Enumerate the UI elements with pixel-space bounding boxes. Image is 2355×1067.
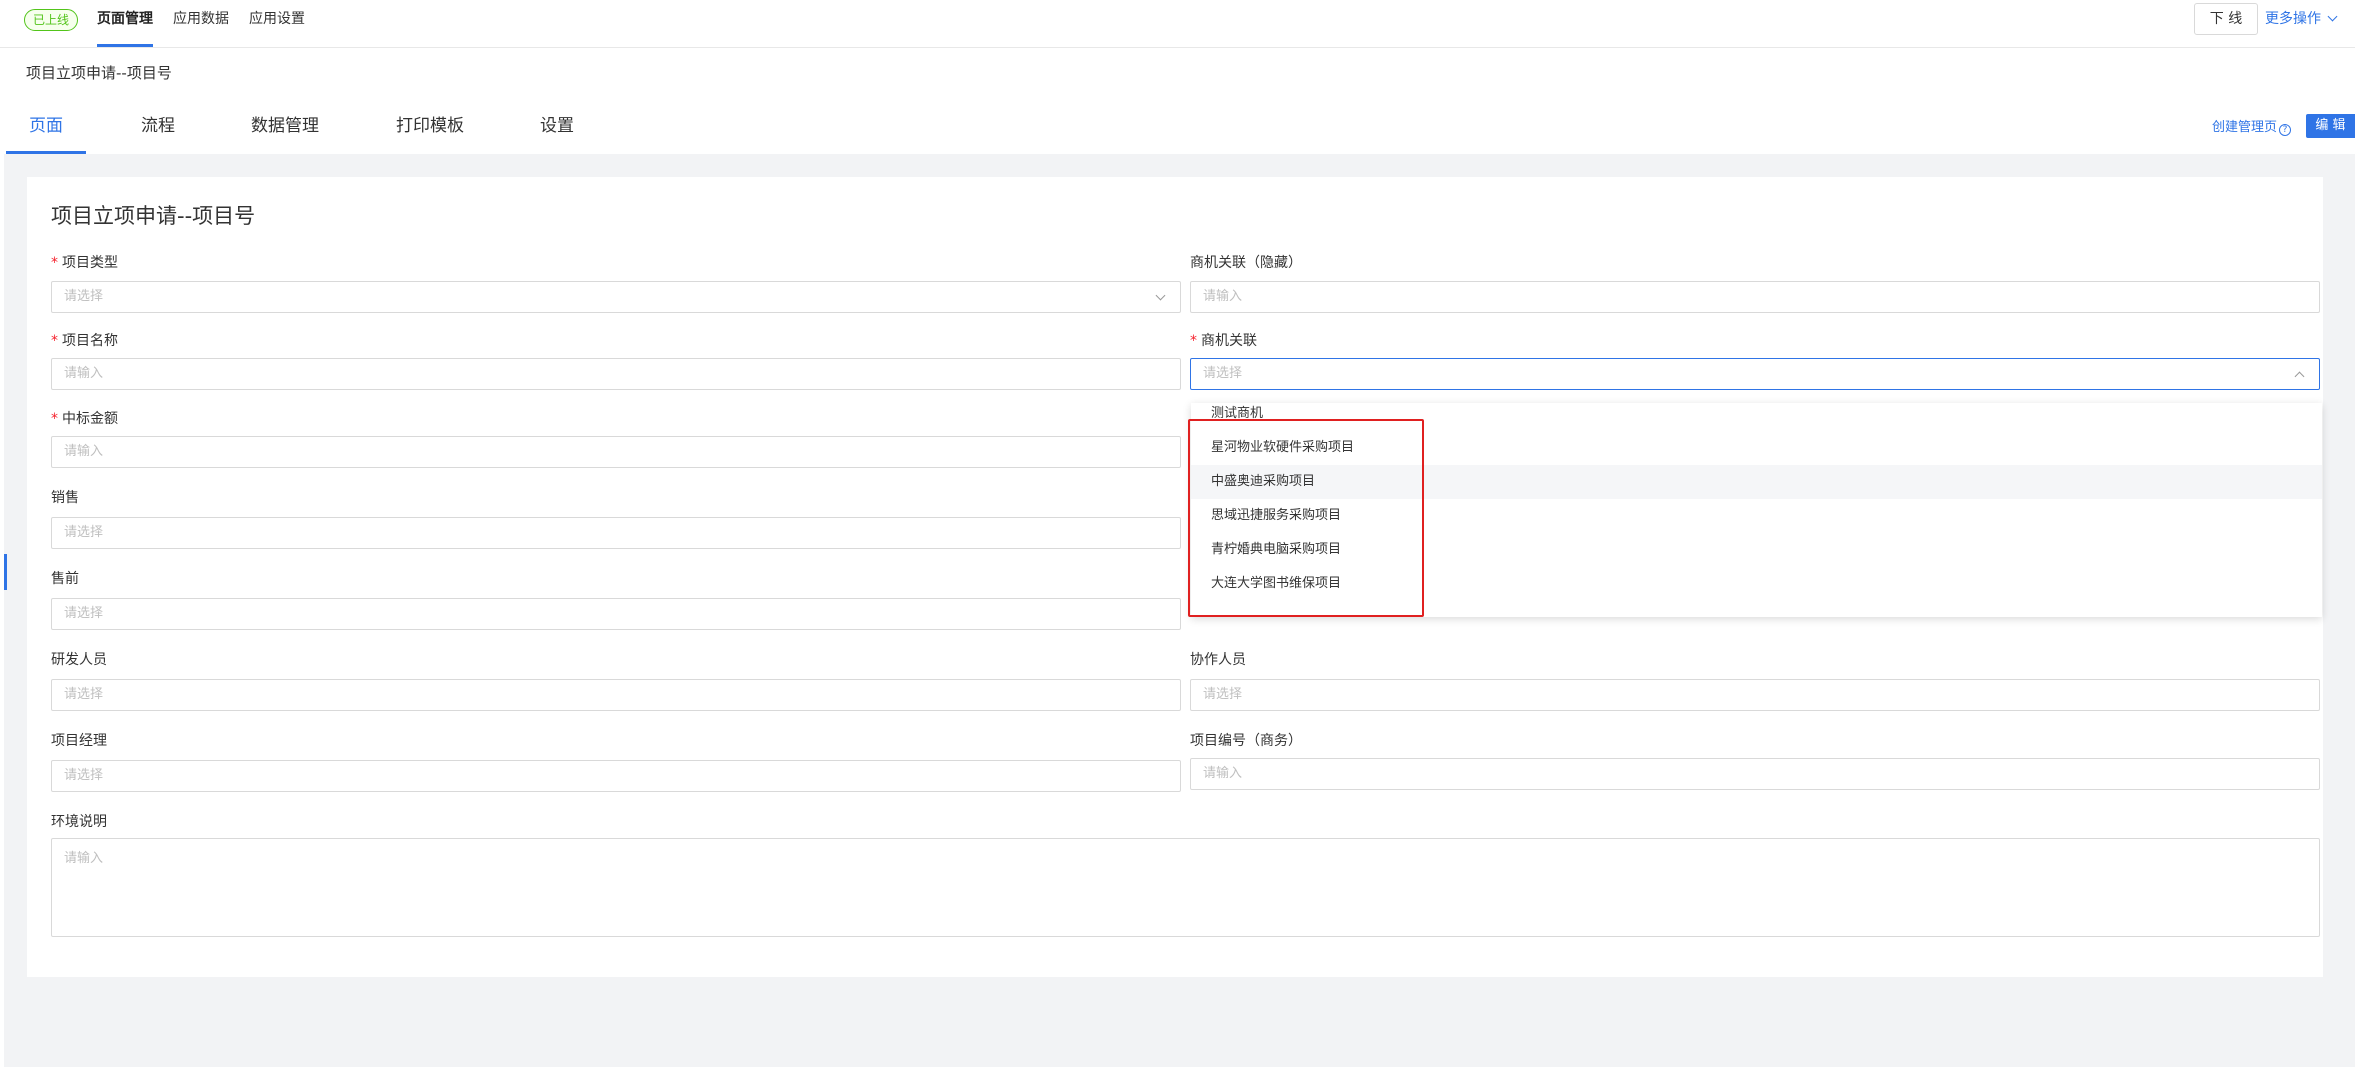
- top-bar: 已上线 页面管理 应用数据 应用设置 下 线 更多操作: [0, 0, 2355, 48]
- sales-label: 销售: [51, 490, 79, 506]
- bid-amount-label: * 中标金额: [51, 408, 118, 428]
- bid-amount-input[interactable]: 请输入: [51, 436, 1181, 468]
- project-name-label: * 项目名称: [51, 330, 118, 350]
- chevron-down-icon: [2327, 11, 2338, 22]
- required-mark: *: [51, 411, 58, 427]
- offline-button[interactable]: 下 线: [2194, 3, 2258, 35]
- biz-link-label-text: 商机关联: [1201, 333, 1257, 349]
- collaborators-label: 协作人员: [1190, 652, 1246, 668]
- developers-select[interactable]: 请选择: [51, 679, 1181, 711]
- project-code-placeholder: 请输入: [1203, 766, 1243, 781]
- required-mark: *: [51, 333, 58, 349]
- dropdown-option[interactable]: 思域迅捷服务采购项目: [1191, 499, 2322, 533]
- project-manager-select[interactable]: 请选择: [51, 760, 1181, 792]
- help-icon: ?: [2279, 124, 2292, 136]
- edit-button[interactable]: 编 辑: [2306, 114, 2355, 138]
- dropdown-option[interactable]: 中盛奥迪采购项目: [1191, 465, 2322, 499]
- project-type-label: * 项目类型: [51, 252, 118, 272]
- nav-page-management[interactable]: 页面管理: [97, 0, 153, 48]
- canvas-left-indicator: [4, 554, 7, 590]
- biz-link-label: * 商机关联: [1190, 330, 1257, 350]
- biz-link-placeholder: 请选择: [1203, 366, 1243, 381]
- chevron-up-icon: [2294, 371, 2305, 382]
- status-badge: 已上线: [24, 9, 79, 31]
- project-type-placeholder: 请选择: [64, 289, 104, 304]
- env-desc-textarea[interactable]: 请输入: [51, 838, 2320, 937]
- collaborators-placeholder: 请选择: [1203, 687, 1243, 702]
- project-code-label: 项目编号（商务）: [1190, 733, 1302, 749]
- page-tabs: 页面 流程 数据管理 打印模板 设置: [0, 100, 2355, 154]
- developers-label: 研发人员: [51, 652, 107, 668]
- sales-placeholder: 请选择: [64, 525, 104, 540]
- project-name-placeholder: 请输入: [64, 366, 104, 381]
- env-desc-placeholder: 请输入: [64, 851, 104, 866]
- dropdown-option[interactable]: 星河物业软硬件采购项目: [1191, 431, 2322, 465]
- chevron-down-icon: [1155, 290, 1166, 301]
- presales-label: 售前: [51, 571, 79, 587]
- required-mark: *: [51, 255, 58, 271]
- project-name-input[interactable]: 请输入: [51, 358, 1181, 390]
- env-desc-label: 环境说明: [51, 814, 107, 830]
- developers-placeholder: 请选择: [64, 687, 104, 702]
- biz-link-select[interactable]: 请选择: [1190, 358, 2320, 390]
- create-management-page-label: 创建管理页: [2212, 120, 2278, 135]
- tab-page[interactable]: 页面: [6, 100, 86, 154]
- form-title: 项目立项申请--项目号: [51, 204, 256, 228]
- presales-select[interactable]: 请选择: [51, 598, 1181, 630]
- collaborators-select[interactable]: 请选择: [1190, 679, 2320, 711]
- bid-amount-placeholder: 请输入: [64, 444, 104, 459]
- project-type-select[interactable]: 请选择: [51, 281, 1181, 313]
- more-actions-button[interactable]: 更多操作: [2265, 0, 2338, 38]
- tab-print-template[interactable]: 打印模板: [392, 100, 468, 154]
- dropdown-option[interactable]: 测试商机: [1191, 403, 2322, 431]
- sales-select[interactable]: 请选择: [51, 517, 1181, 549]
- required-mark: *: [1190, 333, 1197, 349]
- project-name-label-text: 项目名称: [62, 333, 118, 349]
- project-manager-label: 项目经理: [51, 733, 107, 749]
- bid-amount-label-text: 中标金额: [62, 411, 118, 427]
- page-breadcrumb-title: 项目立项申请--项目号: [26, 64, 172, 82]
- biz-link-hidden-input[interactable]: 请输入: [1190, 281, 2320, 313]
- biz-link-dropdown: 测试商机 星河物业软硬件采购项目 中盛奥迪采购项目 思域迅捷服务采购项目 青柠婚…: [1191, 403, 2322, 617]
- dropdown-option[interactable]: 青柠婚典电脑采购项目: [1191, 533, 2322, 567]
- project-code-input[interactable]: 请输入: [1190, 758, 2320, 790]
- tab-settings[interactable]: 设置: [535, 100, 579, 154]
- project-manager-placeholder: 请选择: [64, 768, 104, 783]
- nav-app-settings[interactable]: 应用设置: [249, 0, 305, 48]
- dropdown-option[interactable]: 大连大学图书维保项目: [1191, 567, 2322, 601]
- nav-app-data[interactable]: 应用数据: [173, 0, 229, 48]
- presales-placeholder: 请选择: [64, 606, 104, 621]
- tab-data-management[interactable]: 数据管理: [247, 100, 323, 154]
- tab-workflow[interactable]: 流程: [130, 100, 186, 154]
- create-management-page-link[interactable]: 创建管理页?: [2212, 116, 2292, 136]
- project-type-label-text: 项目类型: [62, 255, 118, 271]
- biz-link-hidden-label: 商机关联（隐藏）: [1190, 255, 1302, 271]
- more-actions-label: 更多操作: [2265, 11, 2321, 27]
- biz-link-hidden-placeholder: 请输入: [1203, 289, 1243, 304]
